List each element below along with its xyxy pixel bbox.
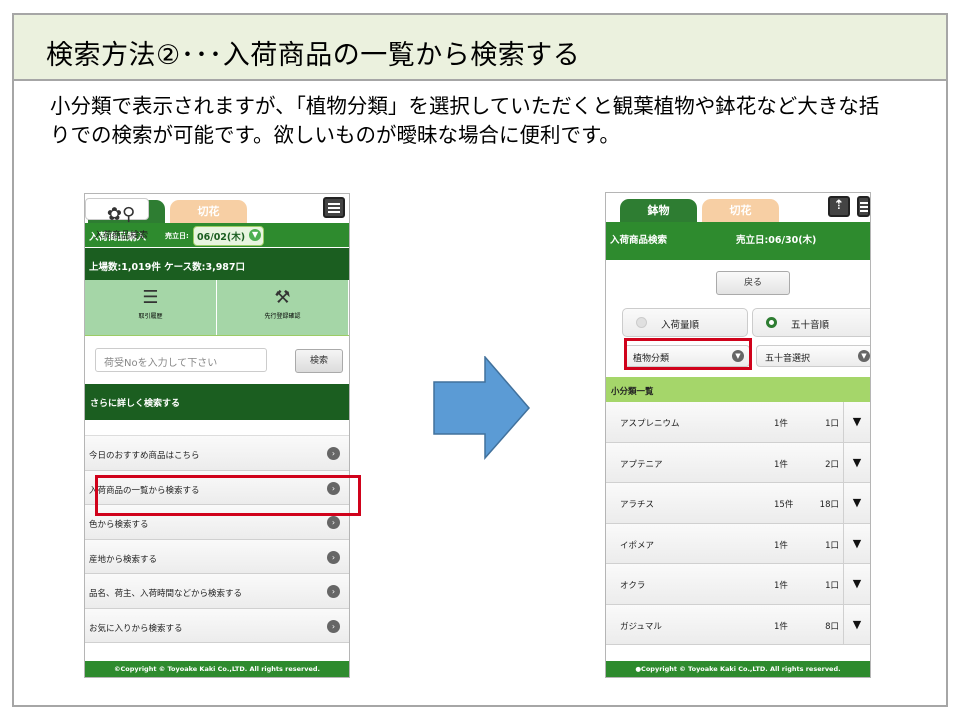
back-button[interactable]: 戻る	[716, 271, 790, 295]
table-row[interactable]: オクラ 1件 1口 ▼	[606, 564, 870, 605]
expand-triangle-icon[interactable]: ▼	[843, 483, 870, 523]
hammer-icon: ⚒	[274, 287, 291, 308]
row-name: アラチス	[620, 500, 655, 510]
row-name: ガジュマル	[620, 621, 662, 632]
icon-item-preorder[interactable]: ⚒ 先行登録確認	[217, 280, 349, 335]
chevron-down-icon: ▼	[249, 229, 262, 241]
radio-quantity-order[interactable]: 入荷量順	[622, 308, 748, 337]
row-count: 1件	[774, 621, 788, 632]
tab-cut-flowers[interactable]: 切花	[702, 199, 779, 222]
search-row: 荷受Noを入力して下さい 検索	[85, 336, 349, 384]
icon-item-search[interactable]: ✿⚲ 入荷商品検索	[85, 198, 150, 241]
chevron-down-icon: ▼	[858, 350, 870, 362]
row-count: 1件	[774, 581, 788, 591]
table-row[interactable]: アラチス 15件 18口 ▼	[606, 483, 870, 524]
list-item-label: 品名、荷主、入荷時間などから検索する	[89, 589, 243, 599]
chevron-right-icon: ›	[327, 550, 340, 564]
plant-search-icon: ✿⚲	[106, 204, 136, 225]
expand-triangle-icon[interactable]: ▼	[843, 442, 870, 482]
phone-screen-right: 鉢物 切花 ⇡ 入荷商品検索 売立日:06/30(木) 戻る 入荷量順 五十音順…	[605, 192, 871, 678]
icon-item-label: 取引履歴	[138, 313, 163, 320]
kana-select[interactable]: 五十音選択 ▼	[756, 345, 870, 367]
expand-triangle-icon[interactable]: ▼	[843, 402, 870, 442]
table-row[interactable]: アスプレニウム 1件 1口 ▼	[606, 402, 870, 443]
row-name: アプテニア	[620, 459, 663, 470]
spacer	[85, 420, 349, 436]
row-name: イポメア	[620, 540, 655, 551]
subcategory-header: 小分類一覧	[606, 377, 870, 402]
tab-bar: 鉢物 切花 ⇡	[606, 193, 870, 222]
radio-label: 入荷量順	[661, 320, 700, 331]
table-row[interactable]: ガジュマル 1件 8口 ▼	[606, 604, 870, 645]
stats-bar: 上場数:1,019件 ケース数:3,987口	[85, 247, 349, 280]
row-boxes: 1口	[825, 419, 839, 429]
list-item[interactable]: 今日のおすすめ商品はこちら ›	[85, 436, 349, 471]
search-button[interactable]: 検索	[295, 349, 343, 373]
header-title: 入荷商品検索	[610, 235, 668, 246]
chevron-right-icon: ›	[327, 585, 340, 598]
footer-copyright: ●Copyright © Toyoake Kaki Co.,LTD. All r…	[606, 661, 870, 677]
row-boxes: 18口	[819, 500, 839, 510]
row-name: アスプレニウム	[620, 419, 680, 429]
list-item[interactable]: お気に入りから検索する ›	[85, 608, 349, 643]
row-count: 1件	[774, 540, 788, 551]
radio-unchecked-icon	[636, 317, 647, 328]
table-row[interactable]: アプテニア 1件 2口 ▼	[606, 442, 870, 483]
tab-potted[interactable]: 鉢物	[620, 199, 697, 222]
chevron-right-icon: ›	[327, 516, 340, 529]
date-text: 売立日:06/30(木)	[736, 235, 817, 246]
expand-triangle-icon[interactable]: ▼	[843, 564, 870, 604]
sort-controls: 戻る 入荷量順 五十音順	[606, 260, 870, 341]
tab-cut-flowers[interactable]: 切花	[170, 200, 247, 223]
header-bar: 入荷商品検索 売立日:06/30(木)	[606, 222, 870, 260]
select-value: 五十音選択	[765, 354, 811, 364]
right-arrow-icon	[433, 356, 530, 460]
date-value: 06/02(木)	[197, 232, 246, 243]
scroll-top-icon[interactable]: ⇡	[828, 196, 850, 217]
title-bar: 検索方法②･･･入荷商品の一覧から検索する	[14, 15, 946, 81]
list-item-label: お気に入りから検索する	[89, 623, 183, 634]
date-label: 売立日:	[165, 232, 189, 240]
icon-item-history[interactable]: ☰ 取引履歴	[85, 280, 217, 335]
slide-title: 検索方法②･･･入荷商品の一覧から検索する	[46, 40, 581, 71]
radio-alphabetical-order[interactable]: 五十音順	[752, 308, 870, 337]
row-count: 1件	[774, 459, 788, 470]
chevron-right-icon: ›	[327, 619, 340, 633]
row-boxes: 8口	[825, 621, 839, 632]
hamburger-menu-icon[interactable]	[323, 197, 345, 218]
hamburger-menu-icon[interactable]	[857, 196, 870, 217]
date-select[interactable]: 06/02(木) ▼	[193, 226, 265, 246]
icon-menu: ✿⚲ 入荷商品検索 ☰ 取引履歴 ⚒ 先行登録確認	[85, 198, 349, 336]
list-item-label: 産地から検索する	[89, 554, 158, 565]
footer-copyright: ©Copyright © Toyoake Kaki Co.,LTD. All r…	[85, 661, 349, 677]
icon-item-label: 先行登録確認	[264, 313, 301, 320]
list-icon: ☰	[142, 287, 159, 308]
row-name: オクラ	[620, 581, 646, 591]
radio-label: 五十音順	[791, 320, 830, 331]
detail-search-header: さらに詳しく検索する	[85, 384, 349, 420]
row-count: 1件	[774, 419, 788, 429]
expand-triangle-icon[interactable]: ▼	[843, 604, 870, 644]
highlight-box	[95, 475, 361, 516]
highlight-box	[624, 338, 752, 370]
slide-description: 小分類で表示されますが、「植物分類」を選択していただくと観葉植物や鉢花など大きな…	[50, 94, 880, 147]
radio-checked-icon	[766, 317, 777, 328]
list-item[interactable]: 産地から検索する ›	[85, 539, 349, 574]
list-item[interactable]: 品名、荷主、入荷時間などから検索する ›	[85, 574, 349, 609]
list-item-label: 今日のおすすめ商品はこちら	[89, 451, 200, 461]
icon-item-label: 入荷商品検索	[94, 231, 149, 241]
row-boxes: 2口	[825, 459, 839, 470]
search-input[interactable]: 荷受Noを入力して下さい	[95, 348, 267, 372]
table-row[interactable]: イポメア 1件 1口 ▼	[606, 523, 870, 564]
expand-triangle-icon[interactable]: ▼	[843, 523, 870, 563]
list-item-label: 色から検索する	[89, 520, 149, 530]
phone-screen-left: 鉢物 切花 入荷商品購入 売立日: 06/02(木)▼ 上場数:1,019件 ケ…	[84, 193, 350, 678]
row-count: 15件	[774, 500, 794, 510]
row-boxes: 1口	[825, 540, 839, 551]
row-boxes: 1口	[825, 581, 839, 591]
chevron-right-icon: ›	[327, 447, 340, 460]
